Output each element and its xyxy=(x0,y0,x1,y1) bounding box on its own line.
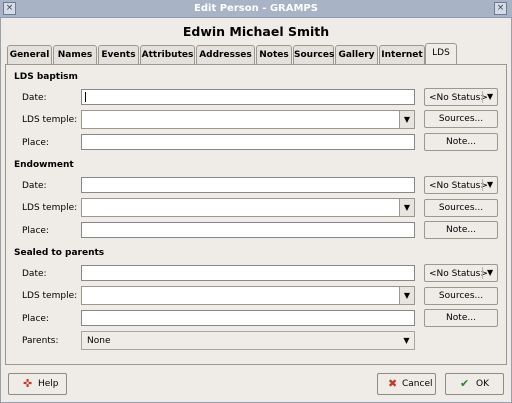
person-name: Edwin Michael Smith xyxy=(182,24,330,39)
baptism-heading: LDS baptism xyxy=(14,72,78,82)
chevron-down-icon: ▼ xyxy=(403,336,410,345)
help-button-label: Help xyxy=(38,379,59,389)
close-icon[interactable]: × xyxy=(494,2,507,15)
endowment-status-value: <No Status> xyxy=(429,181,488,191)
endowment-note-button[interactable]: Note... xyxy=(424,221,498,239)
parents-value: None xyxy=(87,336,111,346)
divider xyxy=(482,179,483,191)
chevron-down-icon[interactable]: ▼ xyxy=(399,287,414,304)
baptism-status-value: <No Status> xyxy=(429,93,488,103)
cancel-button[interactable]: ✖ Cancel xyxy=(377,373,436,395)
window-titlebar[interactable]: × Edit Person - GRAMPS × xyxy=(0,0,512,18)
sealed-note-button[interactable]: Note... xyxy=(424,309,498,327)
endowment-temple-combo[interactable]: ▼ xyxy=(81,198,415,217)
baptism-place-label: Place: xyxy=(22,138,49,148)
sealed-date-label: Date: xyxy=(22,269,47,279)
cancel-button-label: Cancel xyxy=(402,379,433,389)
endowment-sources-button[interactable]: Sources... xyxy=(424,199,498,217)
sealed-sources-button[interactable]: Sources... xyxy=(424,287,498,305)
tab-events[interactable]: Events xyxy=(98,45,139,64)
sealed-temple-combo[interactable]: ▼ xyxy=(81,286,415,305)
baptism-date-label: Date: xyxy=(22,93,47,103)
sealed-status-select[interactable]: <No Status> ▼ xyxy=(424,264,498,282)
cancel-icon: ✖ xyxy=(388,377,398,390)
sealed-temple-label: LDS temple: xyxy=(22,291,78,301)
ok-button[interactable]: ✔ OK xyxy=(445,373,504,395)
sealed-place-input[interactable] xyxy=(81,310,415,326)
tab-sources[interactable]: Sources xyxy=(293,45,334,64)
endowment-temple-label: LDS temple: xyxy=(22,203,78,213)
window-title: Edit Person - GRAMPS xyxy=(194,3,318,14)
baptism-place-input[interactable] xyxy=(81,134,415,150)
endowment-place-input[interactable] xyxy=(81,222,415,238)
baptism-temple-combo[interactable]: ▼ xyxy=(81,110,415,129)
tab-names[interactable]: Names xyxy=(53,45,97,64)
checkmark-icon: ✔ xyxy=(460,377,470,390)
help-button[interactable]: ✜ Help xyxy=(8,373,67,395)
tab-internet[interactable]: Internet xyxy=(379,45,425,64)
baptism-status-select[interactable]: <No Status> ▼ xyxy=(424,88,498,106)
tab-notes[interactable]: Notes xyxy=(256,45,292,64)
endowment-place-label: Place: xyxy=(22,226,49,236)
tab-general[interactable]: General xyxy=(7,45,52,64)
text-cursor xyxy=(85,92,86,102)
endowment-heading: Endowment xyxy=(14,160,74,170)
sealed-date-input[interactable] xyxy=(81,265,415,281)
chevron-down-icon[interactable]: ▼ xyxy=(399,111,414,128)
divider xyxy=(482,91,483,103)
ok-button-label: OK xyxy=(476,379,489,389)
lifebuoy-icon: ✜ xyxy=(23,377,33,390)
chevron-down-icon: ▼ xyxy=(487,92,494,101)
chevron-down-icon[interactable]: ▼ xyxy=(399,199,414,216)
baptism-note-button[interactable]: Note... xyxy=(424,133,498,151)
chevron-down-icon: ▼ xyxy=(487,180,494,189)
sealed-place-label: Place: xyxy=(22,314,49,324)
baptism-sources-button[interactable]: Sources... xyxy=(424,110,498,128)
endowment-status-select[interactable]: <No Status> ▼ xyxy=(424,176,498,194)
endowment-date-input[interactable] xyxy=(81,177,415,193)
tab-addresses[interactable]: Addresses xyxy=(196,45,255,64)
sealed-status-value: <No Status> xyxy=(429,269,488,279)
tab-gallery[interactable]: Gallery xyxy=(335,45,378,64)
chevron-down-icon: ▼ xyxy=(487,268,494,277)
parents-label: Parents: xyxy=(22,336,59,346)
divider xyxy=(482,267,483,279)
baptism-date-input[interactable] xyxy=(81,89,415,105)
sealed-heading: Sealed to parents xyxy=(14,248,105,258)
parents-select[interactable]: None ▼ xyxy=(81,331,415,350)
baptism-temple-label: LDS temple: xyxy=(22,115,78,125)
endowment-date-label: Date: xyxy=(22,181,47,191)
tab-attributes[interactable]: Attributes xyxy=(140,45,195,64)
tab-lds[interactable]: LDS xyxy=(425,43,457,65)
